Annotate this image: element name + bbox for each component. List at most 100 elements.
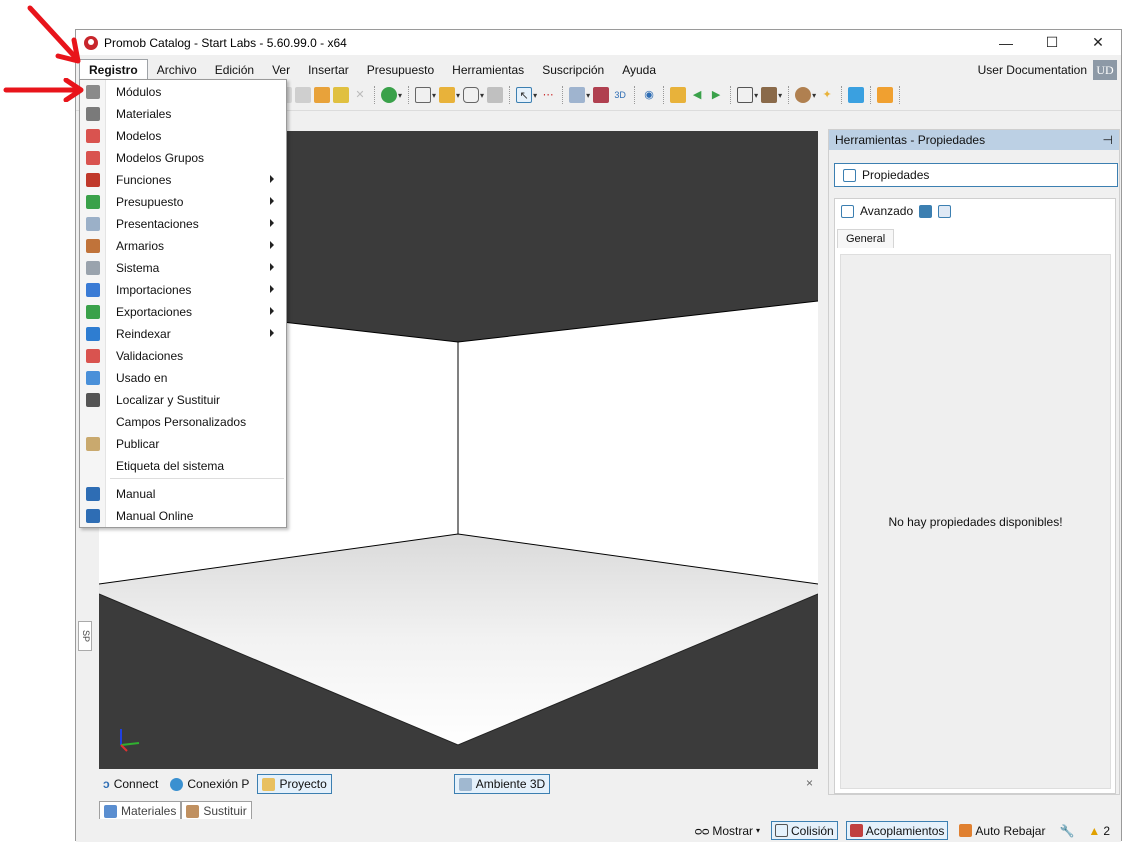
- lower-icon: [959, 824, 973, 837]
- glasses-icon: ᴑᴑ: [694, 823, 710, 838]
- functions-icon: [86, 173, 100, 187]
- menu-ver[interactable]: Ver: [263, 60, 299, 80]
- box-icon[interactable]: [761, 87, 778, 103]
- measure-icon[interactable]: ⋯: [540, 87, 556, 103]
- menu-registro[interactable]: Registro: [79, 59, 148, 81]
- menu-item-label: Validaciones: [116, 349, 184, 363]
- menu-item-validaciones[interactable]: Validaciones: [80, 345, 286, 367]
- arrow-left-icon[interactable]: ◀: [689, 87, 705, 103]
- block-icon[interactable]: [487, 87, 504, 103]
- menu-insertar[interactable]: Insertar: [299, 60, 358, 80]
- tab-conexion[interactable]: Conexión P: [166, 774, 253, 794]
- dock-tab-bar: Materiales Sustituir: [99, 799, 252, 821]
- menu-item-funciones[interactable]: Funciones: [80, 169, 286, 191]
- list-view-icon[interactable]: [919, 204, 933, 218]
- menu-item-publicar[interactable]: Publicar: [80, 433, 286, 455]
- tab-connect[interactable]: ↄ Connect: [99, 774, 162, 794]
- menu-item-etiqueta-del-sistema[interactable]: Etiqueta del sistema: [80, 455, 286, 477]
- lamp-icon[interactable]: [795, 87, 812, 103]
- menu-item-reindexar[interactable]: Reindexar: [80, 323, 286, 345]
- cube-frame-icon[interactable]: [737, 87, 754, 103]
- menu-item-armarios[interactable]: Armarios: [80, 235, 286, 257]
- grid-view-icon[interactable]: [938, 204, 952, 218]
- properties-icon: [843, 168, 856, 182]
- menu-item-modelos-grupos[interactable]: Modelos Grupos: [80, 147, 286, 169]
- submenu-arrow-icon: [270, 175, 274, 183]
- menu-item-label: Importaciones: [116, 283, 192, 297]
- menu-archivo[interactable]: Archivo: [148, 60, 206, 80]
- budget-toolbar-icon[interactable]: [381, 87, 397, 103]
- pin-icon[interactable]: ⊣: [1103, 133, 1113, 147]
- menu-item-campos-personalizados[interactable]: Campos Personalizados: [80, 411, 286, 433]
- submenu-arrow-icon: [270, 329, 274, 337]
- menu-item-exportaciones[interactable]: Exportaciones: [80, 301, 286, 323]
- properties-body: No hay propiedades disponibles!: [840, 254, 1111, 789]
- hierarchy-icon[interactable]: [439, 87, 456, 103]
- materials-icon: [86, 107, 100, 121]
- colision-toggle[interactable]: Colisión: [771, 821, 838, 840]
- tab-sustituir[interactable]: Sustituir: [181, 801, 252, 821]
- auto-rebajar-toggle[interactable]: Auto Rebajar: [956, 821, 1048, 840]
- promob-logo-icon: [84, 35, 98, 50]
- menu-item-materiales[interactable]: Materiales: [80, 103, 286, 125]
- user-documentation-label[interactable]: User Documentation: [978, 63, 1087, 77]
- tab-ambiente-3d[interactable]: Ambiente 3D: [453, 774, 551, 794]
- menu-edicion[interactable]: Edición: [206, 60, 263, 80]
- close-tab-icon[interactable]: ×: [806, 776, 813, 790]
- title-bar: Promob Catalog - Start Labs - 5.60.99.0 …: [76, 30, 1121, 55]
- select-cursor-icon[interactable]: ↖: [516, 87, 533, 103]
- tab-materiales[interactable]: Materiales: [99, 801, 182, 821]
- minimize-button[interactable]: —: [983, 30, 1029, 55]
- delete-icon[interactable]: ✕: [352, 87, 368, 103]
- menu-presupuesto[interactable]: Presupuesto: [358, 60, 443, 80]
- paste-icon[interactable]: [295, 87, 311, 103]
- user-avatar[interactable]: UD: [1093, 60, 1117, 80]
- menu-item-presentaciones[interactable]: Presentaciones: [80, 213, 286, 235]
- menu-ayuda[interactable]: Ayuda: [613, 60, 665, 80]
- shape-icon[interactable]: [463, 87, 480, 103]
- budget-icon: [86, 195, 100, 209]
- menu-item-localizar-y-sustituir[interactable]: Localizar y Sustituir: [80, 389, 286, 411]
- wrench-icon[interactable]: 🔧: [1056, 821, 1077, 840]
- menu-item-presupuesto[interactable]: Presupuesto: [80, 191, 286, 213]
- view-3d-icon[interactable]: 3D: [612, 87, 628, 103]
- arrow-right-icon[interactable]: ▶: [708, 87, 724, 103]
- menu-herramientas[interactable]: Herramientas: [443, 60, 533, 80]
- propiedades-button[interactable]: Propiedades: [834, 163, 1118, 187]
- menu-item-sistema[interactable]: Sistema: [80, 257, 286, 279]
- document-tab-bar: ↄ Connect Conexión P Proyecto Ambiente 3…: [99, 771, 821, 797]
- menu-separator: [110, 478, 284, 479]
- menu-item-manual-online[interactable]: Manual Online: [80, 505, 286, 527]
- help-online-icon: [86, 509, 100, 523]
- close-button[interactable]: ✕: [1075, 30, 1121, 55]
- layers-icon[interactable]: [569, 87, 586, 103]
- dimension-icon[interactable]: [593, 87, 610, 103]
- menu-item-modelos[interactable]: Modelos: [80, 125, 286, 147]
- warnings-indicator[interactable]: ▲ 2: [1085, 821, 1113, 840]
- menu-bar: Registro Archivo Edición Ver Insertar Pr…: [76, 59, 1121, 81]
- menu-suscripcion[interactable]: Suscripción: [533, 60, 613, 80]
- layout-icon[interactable]: [670, 87, 687, 103]
- bulb-icon[interactable]: ✦: [819, 87, 835, 103]
- used-in-icon: [86, 371, 100, 385]
- menu-item-módulos[interactable]: Módulos: [80, 81, 286, 103]
- annotation-arrow-left: [3, 78, 84, 102]
- maximize-button[interactable]: ☐: [1029, 30, 1075, 55]
- mostrar-dropdown[interactable]: ᴑᴑ Mostrar ▾: [692, 821, 763, 840]
- menu-item-label: Etiqueta del sistema: [116, 459, 225, 473]
- side-tab-sp[interactable]: SP: [78, 621, 92, 651]
- tab-proyecto[interactable]: Proyecto: [257, 774, 332, 794]
- frame-icon[interactable]: [415, 87, 432, 103]
- hammer-icon[interactable]: [314, 87, 330, 103]
- tab-general[interactable]: General: [837, 229, 895, 248]
- menu-item-importaciones[interactable]: Importaciones: [80, 279, 286, 301]
- avanzado-button[interactable]: Avanzado: [860, 204, 913, 218]
- submenu-arrow-icon: [270, 263, 274, 271]
- menu-item-usado-en[interactable]: Usado en: [80, 367, 286, 389]
- person-icon[interactable]: [877, 87, 894, 103]
- menu-item-manual[interactable]: Manual: [80, 483, 286, 505]
- eye-icon[interactable]: ◉: [641, 87, 657, 103]
- paint-roller-icon[interactable]: [333, 87, 349, 103]
- chat-icon[interactable]: [848, 87, 865, 103]
- acoplamientos-toggle[interactable]: Acoplamientos: [845, 821, 949, 840]
